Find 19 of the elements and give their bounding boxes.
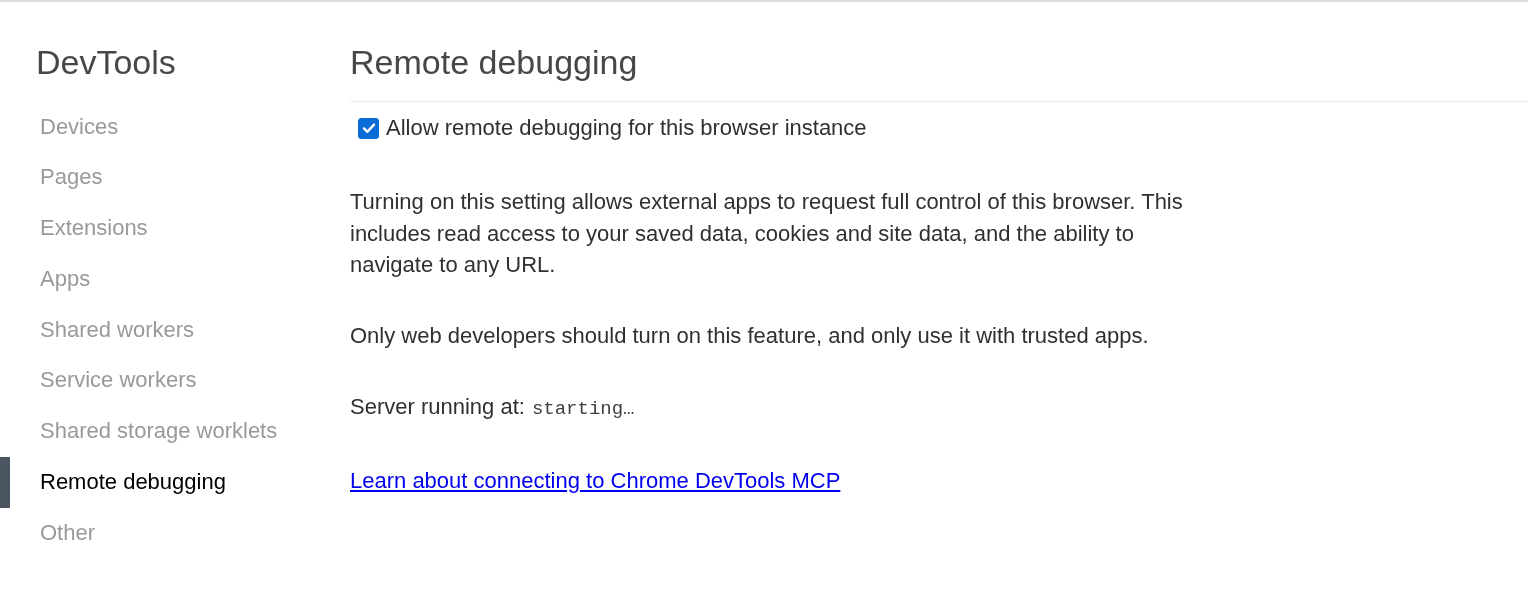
sidebar-item[interactable]: Remote debugging (0, 456, 226, 508)
server-status-value: starting… (531, 397, 635, 422)
sidebar-title: DevTools (35, 42, 177, 82)
sidebar-item[interactable]: Service workers (0, 355, 197, 406)
description-text: Turning on this setting allows external apps to request full control of this browser. This includes read access to your saved data, cookies and site data, and the ability to navigate to any URL. (350, 188, 1184, 279)
learn-more-link[interactable]: Learn about connecting to Chrome DevTools MCP (350, 468, 841, 493)
sidebar-item[interactable]: Shared workers (0, 304, 195, 356)
description-text: Only web developers should turn on this feature, and only use it with trusted apps. (350, 322, 1150, 350)
sidebar-item[interactable]: Apps (0, 253, 91, 305)
sidebar-item[interactable]: Devices (0, 101, 119, 153)
page-title: Remote debugging (350, 42, 1528, 102)
checkbox[interactable] (358, 117, 379, 139)
sidebar-item[interactable]: Other (0, 507, 96, 559)
sidebar-item[interactable]: Shared storage worklets (0, 406, 278, 457)
server-status-label: Server running at: (350, 393, 525, 421)
sidebar-item[interactable]: Extensions (0, 203, 148, 254)
sidebar-item[interactable]: Pages (0, 152, 103, 203)
checkbox-label[interactable]: Allow remote debugging for this browser instance (386, 115, 867, 141)
checkmark-icon (361, 121, 376, 135)
